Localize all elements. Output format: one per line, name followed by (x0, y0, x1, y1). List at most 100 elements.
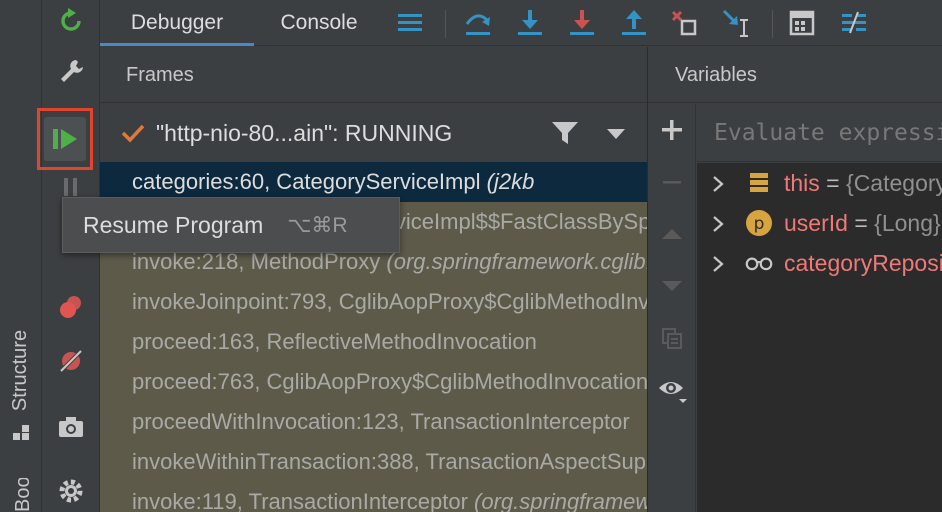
field-stack-icon (745, 169, 773, 197)
structure-icon (11, 423, 31, 443)
camera-icon (59, 417, 83, 437)
chevron-right-icon[interactable] (711, 215, 725, 233)
frame-location: (org.springframework.transaction) (474, 489, 647, 512)
chevron-right-icon[interactable] (711, 175, 725, 193)
variable-value: {Long} (874, 209, 941, 236)
debug-tab-bar: Debugger Console (100, 0, 942, 46)
resume-program-button[interactable] (37, 108, 93, 170)
tooltip-shortcut: ⌥⌘R (287, 213, 348, 237)
view-breakpoints-button[interactable] (48, 284, 94, 330)
structure-tool-window-button[interactable]: Structure (8, 320, 34, 420)
checkmark-icon (121, 124, 145, 143)
gear-icon (59, 479, 83, 503)
active-tab-indicator (100, 43, 254, 46)
variable-name: categoryRepository (784, 249, 942, 276)
bookmarks-tool-window-button[interactable]: Bookmarks (6, 478, 36, 512)
hamburger-icon (398, 14, 422, 31)
frame-method: invokeWithinTransaction:388, Transaction… (132, 449, 647, 474)
svg-text:p: p (754, 214, 765, 234)
frame-method: invoke:119, TransactionInterceptor (132, 489, 468, 512)
step-out-button[interactable] (616, 5, 652, 41)
tab-console[interactable]: Console (254, 0, 384, 46)
frame-method: invokeJoinpoint:793, CglibAopProxy$Cglib… (132, 289, 647, 314)
thread-name: "http-nio-80...ain": RUNNING (156, 120, 453, 146)
calculator-icon (789, 10, 815, 36)
drop-frame-icon (671, 10, 697, 36)
variable-row[interactable]: this = {CategoryServiceImpl} (697, 163, 942, 203)
mute-breakpoints-button[interactable] (48, 338, 94, 384)
evaluate-expression-input[interactable]: Evaluate expression (697, 104, 942, 162)
tooltip-label: Resume Program (83, 211, 264, 238)
layout-menu-button[interactable] (392, 5, 428, 41)
variable-name: this (784, 169, 820, 196)
step-into-button[interactable] (512, 5, 548, 41)
frame-row[interactable]: proceedWithInvocation:123, TransactionIn… (100, 402, 647, 442)
thread-selector[interactable]: "http-nio-80...ain": RUNNING (100, 104, 647, 162)
variables-tree: this = {CategoryServiceImpl} p userId = … (697, 163, 942, 512)
frame-row[interactable]: invoke:119, TransactionInterceptor (org.… (100, 482, 647, 512)
plus-icon (662, 120, 682, 140)
frame-location: (j2kb (486, 169, 535, 194)
run-to-cursor-icon (722, 9, 748, 37)
duplicate-watch-button[interactable] (654, 320, 690, 356)
triangle-down-icon (662, 281, 682, 291)
step-into-icon (518, 10, 542, 35)
copy-icon (662, 328, 682, 349)
frame-location: (org.springframework.cglib.proxy) (386, 249, 647, 274)
variable-name: userId (784, 209, 848, 236)
chevron-right-icon[interactable] (711, 255, 725, 273)
move-watch-down-button[interactable] (654, 268, 690, 304)
parameter-icon: p (745, 209, 773, 237)
evaluate-expression-button[interactable] (784, 5, 820, 41)
frame-row[interactable]: proceed:763, CglibAopProxy$CglibMethodIn… (100, 362, 647, 402)
variables-panel-header: Variables (648, 47, 942, 103)
resume-program-tooltip: Resume Program ⌥⌘R (62, 197, 400, 253)
frame-method: proceedWithInvocation:123, TransactionIn… (132, 409, 630, 434)
frame-row[interactable]: proceed:163, ReflectiveMethodInvocation (100, 322, 647, 362)
variable-row[interactable]: categoryRepository = (697, 243, 942, 283)
get-thread-dump-button[interactable] (48, 404, 94, 450)
new-watch-button[interactable] (654, 112, 690, 148)
toolbar-separator (445, 10, 446, 38)
rerun-icon (61, 8, 81, 31)
frame-method: categories:60, CategoryServiceImpl (132, 169, 481, 194)
variables-title: Variables (675, 64, 757, 86)
step-over-button[interactable] (460, 5, 496, 41)
move-watch-up-button[interactable] (654, 216, 690, 252)
tab-console-label: Console (280, 11, 358, 34)
stream-trace-icon (842, 11, 866, 34)
variable-value: {CategoryServiceImpl} (846, 169, 942, 196)
frames-title: Frames (126, 64, 194, 86)
trace-current-stream-button[interactable] (836, 5, 872, 41)
remove-watch-button[interactable] (654, 164, 690, 200)
triangle-up-icon (662, 229, 682, 239)
wrench-icon (61, 60, 83, 82)
view-options-button[interactable] (654, 372, 690, 408)
settings-button[interactable] (48, 468, 94, 512)
frames-panel-header: Frames (100, 47, 647, 103)
frame-row[interactable]: categories:60, CategoryServiceImpl (j2kb (100, 162, 647, 202)
variable-row[interactable]: p userId = {Long} (697, 203, 942, 243)
filter-icon[interactable] (550, 120, 580, 146)
rerun-button[interactable] (48, 0, 94, 44)
drop-frame-button[interactable] (666, 5, 702, 41)
frame-row[interactable]: invokeJoinpoint:793, CglibAopProxy$Cglib… (100, 282, 647, 322)
variables-toolbar (648, 104, 696, 512)
evaluate-placeholder: Evaluate expression (714, 119, 942, 146)
chevron-down-icon[interactable] (606, 128, 626, 140)
structure-label: Structure (9, 329, 32, 411)
frame-method: proceed:163, ReflectiveMethodInvocation (132, 329, 537, 354)
toolbar-separator (772, 10, 773, 38)
modify-run-configuration-button[interactable] (48, 48, 94, 94)
tab-debugger[interactable]: Debugger (100, 0, 254, 46)
watch-glasses-icon (745, 249, 773, 277)
force-step-into-button[interactable] (564, 5, 600, 41)
view-breakpoints-icon (60, 296, 81, 318)
tab-debugger-label: Debugger (130, 11, 224, 34)
minus-icon (663, 181, 681, 184)
step-over-icon (465, 14, 490, 35)
eye-icon (659, 382, 687, 403)
force-step-into-icon (570, 10, 594, 35)
frame-row[interactable]: invokeWithinTransaction:388, Transaction… (100, 442, 647, 482)
run-to-cursor-button[interactable] (718, 5, 754, 41)
